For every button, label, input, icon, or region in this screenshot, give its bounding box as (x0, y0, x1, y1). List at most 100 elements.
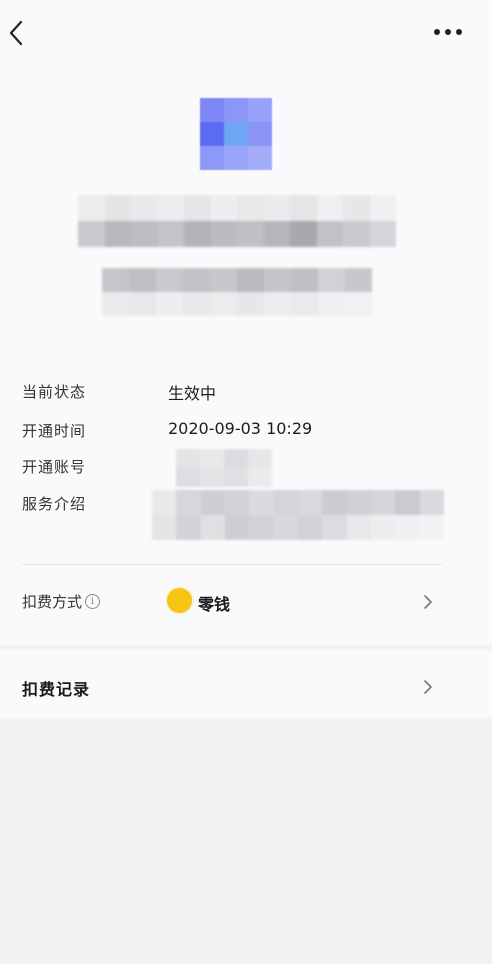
logo-pixel (248, 98, 272, 122)
redaction-pixel (322, 490, 347, 515)
redaction-pixel (183, 292, 210, 316)
payment-method-value: 零钱 (198, 595, 231, 614)
redaction-pixel (345, 292, 372, 316)
logo-pixel (200, 146, 224, 170)
redaction-pixel (102, 292, 129, 316)
redaction-pixel (200, 515, 225, 540)
redaction-pixel (298, 515, 323, 540)
redaction-pixel (225, 490, 250, 515)
redaction-pixel (369, 221, 396, 247)
redaction-pixel (156, 292, 183, 316)
redaction-pixel (176, 449, 200, 468)
redaction-pixel (102, 268, 129, 292)
redaction-pixel (225, 515, 250, 540)
service-logo (200, 98, 272, 170)
redaction-pixel (200, 449, 224, 468)
redaction-pixel (263, 221, 290, 247)
redaction-pixel (210, 221, 237, 247)
redaction-pixel (346, 515, 371, 540)
redaction-pixel (318, 292, 345, 316)
redaction-pixel (210, 268, 237, 292)
logo-pixel (224, 146, 248, 170)
redaction-pixel (131, 195, 158, 221)
redaction-pixel (273, 490, 298, 515)
redaction-pixel (157, 195, 184, 221)
logo-pixel (224, 122, 248, 146)
open-time-value: 2020-09-03 10:29 (168, 419, 313, 438)
redaction-pixel (290, 195, 317, 221)
redaction-pixel (346, 490, 371, 515)
redaction-pixel (176, 515, 201, 540)
redaction-pixel (237, 292, 264, 316)
redaction-pixel (210, 195, 237, 221)
redaction-pixel (249, 490, 274, 515)
redaction-pixel (369, 195, 396, 221)
coin-icon (167, 588, 192, 613)
redaction-pixel (183, 268, 210, 292)
redaction-pixel (345, 268, 372, 292)
redaction-pixel (237, 195, 264, 221)
redaction-pixel (248, 449, 272, 468)
logo-pixel (200, 98, 224, 122)
redaction-pixel (343, 221, 370, 247)
service-card: 当前状态 生效中 开通时间 2020-09-03 10:29 开通账号 服务介绍… (0, 0, 492, 645)
redaction-pixel (316, 195, 343, 221)
billing-records-row[interactable]: 扣费记录 (0, 650, 492, 718)
info-circle-icon[interactable]: i (85, 594, 101, 609)
account-value-redacted (176, 449, 272, 487)
redaction-pixel (224, 468, 248, 487)
chevron-left-icon (9, 20, 23, 46)
redaction-pixel (291, 292, 318, 316)
redaction-pixel (184, 221, 211, 247)
redaction-pixel (263, 195, 290, 221)
redaction-pixel (264, 268, 291, 292)
description-value-redacted (152, 490, 444, 540)
redaction-pixel (298, 490, 323, 515)
redaction-pixel (200, 468, 224, 487)
status-value: 生效中 (168, 384, 217, 403)
more-button[interactable] (430, 22, 466, 42)
redaction-pixel (129, 268, 156, 292)
redaction-pixel (419, 515, 444, 540)
description-label: 服务介绍 (22, 495, 87, 513)
redaction-pixel (131, 221, 158, 247)
service-name-redacted (78, 195, 396, 247)
redaction-pixel (78, 221, 105, 247)
logo-pixel (224, 98, 248, 122)
redaction-pixel (152, 515, 177, 540)
redaction-pixel (291, 268, 318, 292)
redaction-pixel (104, 195, 131, 221)
redaction-pixel (176, 490, 201, 515)
logo-pixel (248, 122, 272, 146)
redaction-pixel (264, 292, 291, 316)
logo-pixel (248, 146, 272, 170)
service-detail-page: 当前状态 生效中 开通时间 2020-09-03 10:29 开通账号 服务介绍… (0, 0, 492, 964)
redaction-pixel (316, 221, 343, 247)
redaction-pixel (210, 292, 237, 316)
redaction-pixel (152, 490, 177, 515)
billing-records-label: 扣费记录 (22, 680, 91, 699)
redaction-pixel (104, 221, 131, 247)
redaction-pixel (318, 268, 345, 292)
chevron-right-icon (421, 595, 435, 609)
back-button[interactable] (2, 18, 30, 48)
redaction-pixel (176, 468, 200, 487)
service-subtitle-redacted (102, 268, 372, 316)
more-horizontal-icon (434, 29, 462, 35)
redaction-pixel (237, 221, 264, 247)
payment-method-label-group: 扣费方式 i (22, 591, 101, 612)
status-label: 当前状态 (22, 383, 87, 401)
redaction-pixel (273, 515, 298, 540)
divider (22, 564, 442, 565)
redaction-pixel (395, 515, 420, 540)
redaction-pixel (343, 195, 370, 221)
redaction-pixel (129, 292, 156, 316)
redaction-pixel (157, 221, 184, 247)
redaction-pixel (184, 195, 211, 221)
redaction-pixel (200, 490, 225, 515)
payment-method-row[interactable]: 扣费方式 i 零钱 (0, 572, 492, 632)
chevron-right-icon (421, 680, 435, 694)
redaction-pixel (322, 515, 347, 540)
payment-method-label: 扣费方式 (22, 593, 83, 611)
redaction-pixel (156, 268, 183, 292)
